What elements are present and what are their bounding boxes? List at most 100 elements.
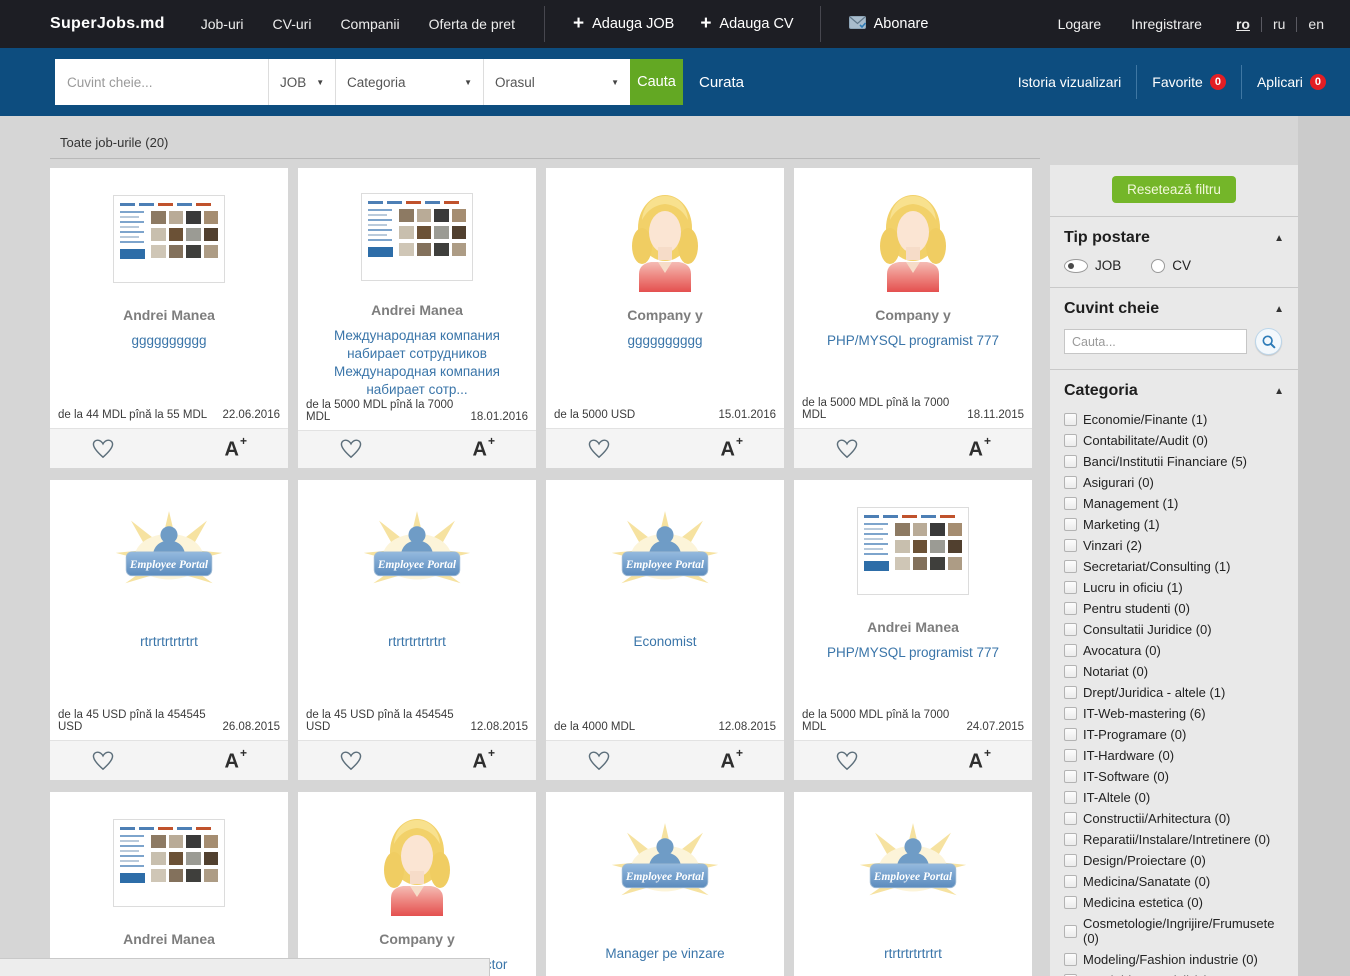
checkbox-icon[interactable]: [1064, 749, 1077, 762]
reset-filter-button[interactable]: Resetează filtru: [1112, 176, 1236, 203]
add-job-button[interactable]: + Adauga JOB: [573, 15, 674, 34]
lang-en[interactable]: en: [1308, 16, 1324, 32]
checkbox-icon[interactable]: [1064, 434, 1077, 447]
employee-portal-logo[interactable]: Employee Portal: [298, 480, 536, 612]
favorite-button[interactable]: [836, 439, 858, 459]
job-title-link[interactable]: Международная компания набирает сотрудни…: [334, 328, 500, 397]
add-cv-button[interactable]: + Adauga CV: [700, 15, 793, 34]
category-filter-item[interactable]: IT-Programare (0): [1064, 724, 1284, 745]
keyword-search-button[interactable]: [1255, 328, 1282, 355]
category-filter-item[interactable]: Avocatura (0): [1064, 640, 1284, 661]
register-link[interactable]: Inregistrare: [1131, 16, 1202, 32]
radio-cv[interactable]: CV: [1151, 258, 1191, 273]
checkbox-icon[interactable]: [1064, 518, 1077, 531]
checkbox-icon[interactable]: [1064, 707, 1077, 720]
category-filter-item[interactable]: Contabilitate/Audit (0): [1064, 430, 1284, 451]
category-filter-item[interactable]: IT-Altele (0): [1064, 787, 1284, 808]
lang-ru[interactable]: ru: [1273, 16, 1285, 32]
apply-button[interactable]: A+: [969, 750, 990, 772]
category-filter-item[interactable]: Pentru studenti (0): [1064, 598, 1284, 619]
category-filter-item[interactable]: Cosmetologie/Ingrijire/Frumusete (0): [1064, 913, 1284, 949]
checkbox-icon[interactable]: [1064, 497, 1077, 510]
category-filter-item[interactable]: Foto/Video servicii (0): [1064, 970, 1284, 976]
checkbox-icon[interactable]: [1064, 665, 1077, 678]
category-filter-item[interactable]: IT-Software (0): [1064, 766, 1284, 787]
checkbox-icon[interactable]: [1064, 560, 1077, 573]
category-filter-item[interactable]: Medicina estetica (0): [1064, 892, 1284, 913]
category-filter-item[interactable]: Consultatii Juridice (0): [1064, 619, 1284, 640]
category-filter-item[interactable]: Economie/Finante (1): [1064, 409, 1284, 430]
applications-link[interactable]: Aplicari 0: [1257, 74, 1326, 90]
job-title-link[interactable]: rtrtrtrtrtrtrt: [884, 946, 942, 961]
category-filter-item[interactable]: IT-Web-mastering (6): [1064, 703, 1284, 724]
keyword-input[interactable]: [55, 59, 268, 105]
category-filter-item[interactable]: Management (1): [1064, 493, 1284, 514]
checkbox-icon[interactable]: [1064, 644, 1077, 657]
favorites-link[interactable]: Favorite 0: [1152, 74, 1226, 90]
site-screenshot-thumbnail[interactable]: [794, 480, 1032, 612]
checkbox-icon[interactable]: [1064, 896, 1077, 909]
nav-item-companies[interactable]: Companii: [340, 16, 399, 32]
checkbox-icon[interactable]: [1064, 686, 1077, 699]
job-title-link[interactable]: PHP/MYSQL programist 777: [827, 645, 999, 660]
company-avatar[interactable]: [794, 168, 1032, 300]
job-title-link[interactable]: gggggggggg: [627, 333, 702, 348]
nav-item-cvs[interactable]: CV-uri: [273, 16, 312, 32]
apply-button[interactable]: A+: [721, 750, 742, 772]
favorite-button[interactable]: [92, 439, 114, 459]
favorite-button[interactable]: [92, 751, 114, 771]
radio-job[interactable]: JOB: [1064, 258, 1121, 273]
apply-button[interactable]: A+: [721, 438, 742, 460]
category-filter-item[interactable]: Drept/Juridica - altele (1): [1064, 682, 1284, 703]
category-filter-item[interactable]: Design/Proiectare (0): [1064, 850, 1284, 871]
checkbox-icon[interactable]: [1064, 728, 1077, 741]
checkbox-icon[interactable]: [1064, 623, 1077, 636]
category-filter-item[interactable]: Notariat (0): [1064, 661, 1284, 682]
checkbox-icon[interactable]: [1064, 925, 1077, 938]
favorite-button[interactable]: [340, 751, 362, 771]
job-title-link[interactable]: rtrtrtrtrtrtrt: [140, 634, 198, 649]
view-history-link[interactable]: Istoria vizualizari: [1018, 74, 1121, 90]
checkbox-icon[interactable]: [1064, 413, 1077, 426]
checkbox-icon[interactable]: [1064, 812, 1077, 825]
category-filter-item[interactable]: Reparatii/Instalare/Intretinere (0): [1064, 829, 1284, 850]
job-title-link[interactable]: Manager pe vinzare: [605, 946, 724, 961]
category-filter-item[interactable]: Constructii/Arhitectura (0): [1064, 808, 1284, 829]
collapse-arrow-icon[interactable]: ▲: [1274, 386, 1284, 397]
category-filter-item[interactable]: Medicina/Sanatate (0): [1064, 871, 1284, 892]
job-title-link[interactable]: gggggggggg: [131, 333, 206, 348]
category-filter-item[interactable]: Marketing (1): [1064, 514, 1284, 535]
favorite-button[interactable]: [340, 439, 362, 459]
job-title-link[interactable]: PHP/MYSQL programist 777: [827, 333, 999, 348]
checkbox-icon[interactable]: [1064, 854, 1077, 867]
checkbox-icon[interactable]: [1064, 833, 1077, 846]
favorite-button[interactable]: [588, 439, 610, 459]
category-filter-item[interactable]: Asigurari (0): [1064, 472, 1284, 493]
site-screenshot-thumbnail[interactable]: [50, 792, 288, 924]
city-select[interactable]: Orasul ▼: [483, 59, 630, 105]
company-avatar[interactable]: [298, 792, 536, 924]
checkbox-icon[interactable]: [1064, 953, 1077, 966]
site-screenshot-thumbnail[interactable]: [298, 168, 536, 295]
nav-item-pricing[interactable]: Oferta de pret: [429, 16, 515, 32]
job-title-link[interactable]: rtrtrtrtrtrtrt: [388, 634, 446, 649]
category-filter-item[interactable]: Banci/Institutii Financiare (5): [1064, 451, 1284, 472]
collapse-arrow-icon[interactable]: ▲: [1274, 304, 1284, 315]
category-filter-item[interactable]: Lucru in oficiu (1): [1064, 577, 1284, 598]
job-title-link[interactable]: Economist: [633, 634, 696, 649]
apply-button[interactable]: A+: [473, 750, 494, 772]
login-link[interactable]: Logare: [1058, 16, 1102, 32]
nav-item-jobs[interactable]: Job-uri: [201, 16, 244, 32]
category-filter-item[interactable]: Modeling/Fashion industrie (0): [1064, 949, 1284, 970]
site-logo[interactable]: SuperJobs.md: [50, 15, 165, 33]
apply-button[interactable]: A+: [473, 438, 494, 460]
employee-portal-logo[interactable]: Employee Portal: [546, 480, 784, 612]
apply-button[interactable]: A+: [225, 438, 246, 460]
category-select[interactable]: Categoria ▼: [335, 59, 483, 105]
employee-portal-logo[interactable]: Employee Portal: [50, 480, 288, 612]
employee-portal-logo[interactable]: Employee Portal: [794, 792, 1032, 924]
apply-button[interactable]: A+: [969, 438, 990, 460]
collapse-arrow-icon[interactable]: ▲: [1274, 233, 1284, 244]
checkbox-icon[interactable]: [1064, 791, 1077, 804]
category-filter-item[interactable]: Vinzari (2): [1064, 535, 1284, 556]
